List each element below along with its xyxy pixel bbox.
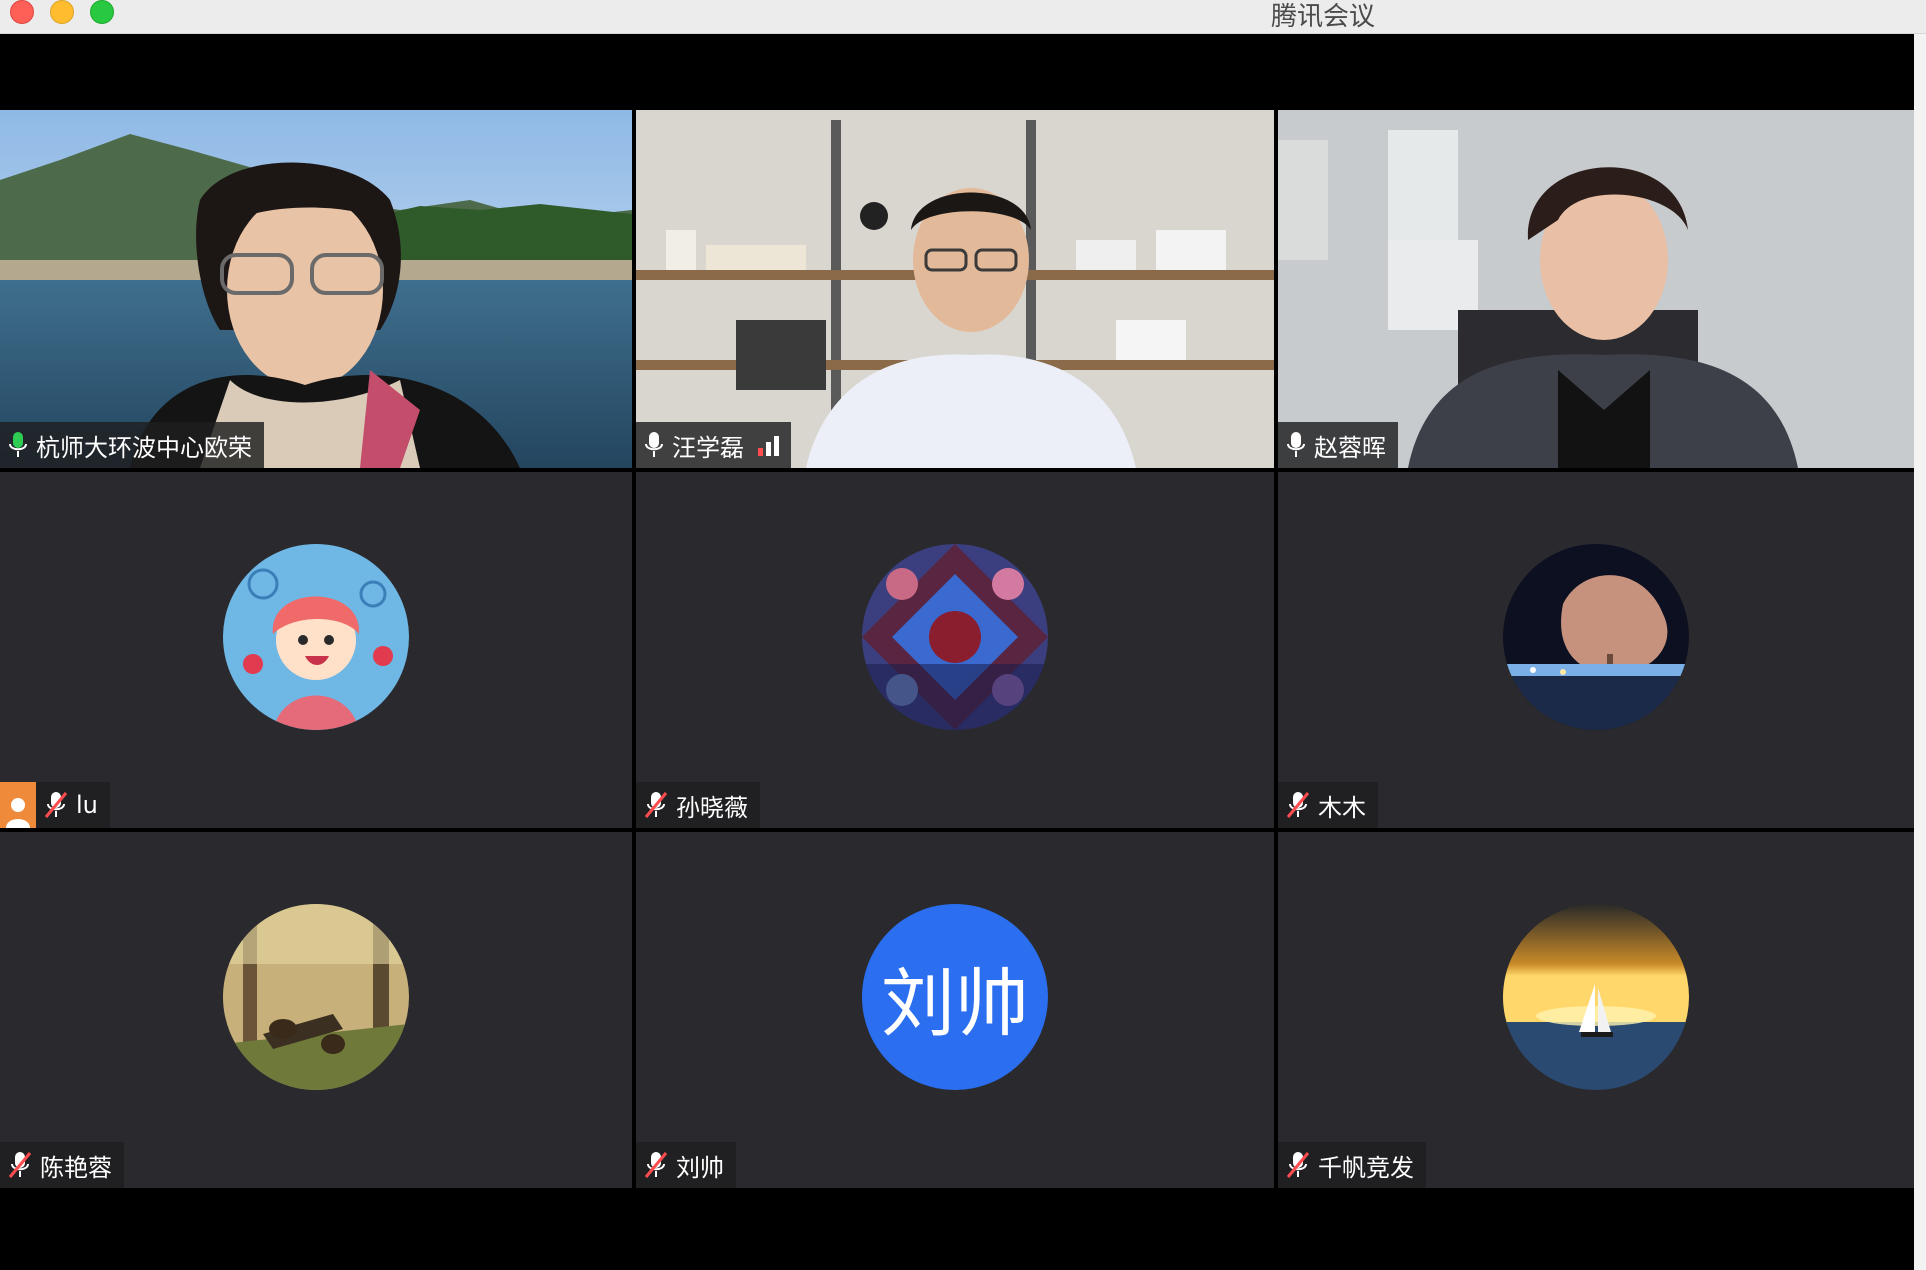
participant-tile-4[interactable]: lu [0,472,632,828]
participant-name: 陈艳蓉 [40,1153,112,1182]
participant-name-tag: lu [0,782,110,828]
participant-name: lu [76,791,98,819]
participant-tile-5[interactable]: 孙晓薇 [636,472,1274,828]
participant-tile-2[interactable]: 汪学磊 [636,110,1274,468]
participant-name: 杭师大环波中心欧荣 [36,433,252,462]
text-avatar: 刘帅 [862,904,1048,1090]
cartoon-girl-avatar [223,544,409,730]
participant-name: 孙晓薇 [676,793,748,822]
video-stage: 杭师大环波中心欧荣 汪学磊 赵蓉晖 lu 孙晓薇 木木 陈艳蓉 刘帅 刘帅 千帆… [0,34,1914,1270]
bears-in-forest-avatar [223,904,409,1090]
participant-tile-6[interactable]: 木木 [1278,472,1914,828]
window-edge [1914,34,1926,1270]
microphone-muted-icon [644,792,668,818]
night-tree-avatar [1503,544,1689,730]
microphone-muted-icon [44,792,68,818]
participant-tile-1[interactable]: 杭师大环波中心欧荣 [0,110,632,468]
microphone-on-icon [645,432,663,457]
participant-video-feed [1278,110,1914,468]
microphone-on-icon [9,432,27,457]
participant-video-feed [0,110,632,468]
participant-name: 汪学磊 [672,433,744,462]
participant-name-tag: 汪学磊 [636,422,791,468]
microphone-on-icon [1287,432,1305,457]
participant-name-tag: 木木 [1278,782,1378,828]
microphone-muted-icon [1286,792,1310,818]
participant-tile-3[interactable]: 赵蓉晖 [1278,110,1914,468]
network-signal-icon [758,434,779,456]
sunset-sailboat-avatar [1503,904,1689,1090]
participant-video-feed [636,110,1274,468]
participant-name-tag: 杭师大环波中心欧荣 [0,422,264,468]
participant-name-tag: 刘帅 [636,1142,736,1188]
participant-name-tag: 赵蓉晖 [1278,422,1398,468]
participant-name-tag: 孙晓薇 [636,782,760,828]
participant-name-tag: 陈艳蓉 [0,1142,124,1188]
microphone-muted-icon [644,1152,668,1178]
participant-name: 赵蓉晖 [1314,433,1386,462]
participant-tile-9[interactable]: 千帆竞发 [1278,832,1914,1188]
participant-name-tag: 千帆竞发 [1278,1142,1426,1188]
window-titlebar: 腾讯会议 [0,0,1926,34]
floral-pattern-avatar [862,544,1048,730]
participant-name: 千帆竞发 [1318,1153,1414,1182]
participant-tile-8[interactable]: 刘帅 刘帅 [636,832,1274,1188]
microphone-muted-icon [1286,1152,1310,1178]
participant-name: 木木 [1318,793,1366,822]
participant-tile-7[interactable]: 陈艳蓉 [0,832,632,1188]
microphone-muted-icon [8,1152,32,1178]
participant-name: 刘帅 [676,1153,724,1182]
user-icon [0,782,36,828]
window-title: 腾讯会议 [1270,2,1375,32]
